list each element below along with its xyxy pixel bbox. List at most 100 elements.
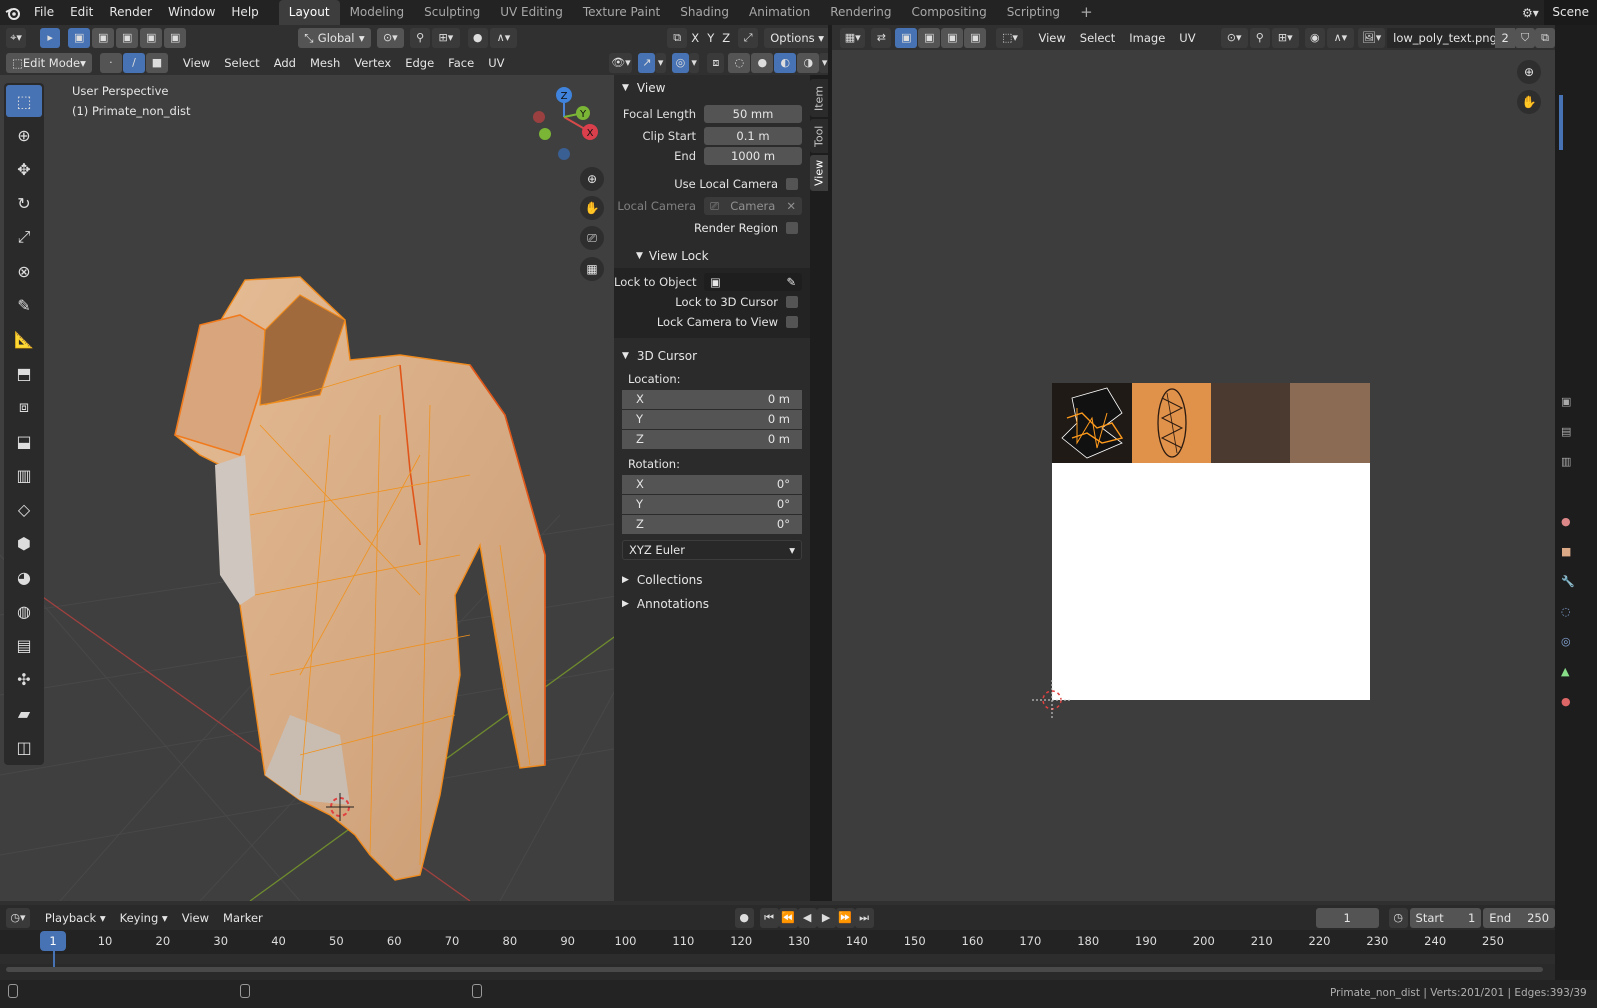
scale-icon[interactable]: ⤢ [6,221,42,253]
menu-render[interactable]: Render [101,0,160,25]
rendered-shading-icon[interactable]: ◑ [797,52,820,73]
annotate-icon[interactable]: ✎ [6,289,42,321]
current-frame-field[interactable]: 1 [1315,907,1379,928]
select-subtract-icon[interactable]: ▣ [116,27,139,48]
tab-uv-editing[interactable]: UV Editing [490,0,573,25]
select-invert-icon[interactable]: ▣ [140,27,163,48]
uv-island-a[interactable] [1052,383,1132,463]
transform-icon[interactable]: ⊗ [6,255,42,287]
play-reverse-icon[interactable]: ◀ [797,907,817,928]
prev-keyframe-icon[interactable]: ⏪ [778,907,798,928]
2d-cursor[interactable] [1027,675,1077,725]
record-icon[interactable]: ● [734,907,754,928]
3d-cursor-section-header[interactable]: ▼ 3D Cursor [614,344,810,368]
rotation-mode-dropdown[interactable]: XYZ Euler ▾ [622,540,802,560]
overlay-toggle-icon[interactable]: ◎ [671,52,689,73]
image-browse-icon[interactable]: 🖼▾ [1357,27,1386,48]
tab-tool[interactable]: Tool [810,119,828,153]
tab-item[interactable]: Item [810,79,828,117]
location-x-field[interactable]: X 0 m [622,390,802,409]
ortho-grid-icon[interactable]: ▦ [580,257,604,281]
menu-help[interactable]: Help [223,0,266,25]
rotation-z-field[interactable]: Z 0° [622,515,802,534]
collections-section-header[interactable]: ▶ Collections [614,568,810,592]
view-layer-tab-icon[interactable]: ▥ [1561,455,1571,468]
shrink-fatten-icon[interactable]: ✣ [6,663,42,695]
menu-face[interactable]: Face [441,53,481,73]
loop-cut-icon[interactable]: ▥ [6,459,42,491]
editor-type-icon[interactable]: ⌖▾ [6,27,27,48]
solid-shading-icon[interactable]: ● [751,52,774,73]
eyedropper-icon[interactable]: ✎ [786,275,796,289]
proportional-edit-icon[interactable]: ● [467,27,488,48]
rotation-x-field[interactable]: X 0° [622,475,802,494]
rip-region-icon[interactable]: ◫ [6,731,42,763]
auto-merge-icon[interactable]: ⤢ [738,27,759,48]
snap-icon[interactable]: ⚲ [1249,27,1270,48]
zoom-icon[interactable]: ⊕ [1517,60,1541,84]
extrude-region-icon[interactable]: ⬒ [6,357,42,389]
menu-file[interactable]: File [26,0,62,25]
pivot-point-icon[interactable]: ⊙▾ [376,27,405,48]
poly-build-icon[interactable]: ⬢ [6,527,42,559]
material-shading-icon[interactable]: ◐ [774,52,797,73]
timeline-editor-type-icon[interactable]: ◷▾ [6,907,30,928]
clip-end-field[interactable]: 1000 m [704,147,802,165]
object-tab-icon[interactable]: ■ [1561,545,1571,558]
tab-view[interactable]: View [810,155,828,191]
use-local-camera-checkbox[interactable] [786,178,798,190]
menu-view[interactable]: View [1031,28,1072,48]
view-section-header[interactable]: ▼ View [614,76,810,100]
edge-slide-icon[interactable]: ▤ [6,629,42,661]
menu-view[interactable]: View [175,908,216,928]
data-tab-icon[interactable]: ▲ [1561,665,1569,678]
uv-sync-icon[interactable]: ⇄ [871,27,892,48]
proportional-edit-icon[interactable]: ◉ [1304,27,1325,48]
annotations-section-header[interactable]: ▶ Annotations [614,592,810,616]
uv-island-b[interactable] [1132,383,1211,463]
shear-icon[interactable]: ▰ [6,697,42,729]
lock-camera-checkbox[interactable] [786,316,798,328]
editor-type-icon[interactable]: ▦▾ [840,27,866,48]
menu-marker[interactable]: Marker [216,908,270,928]
rotate-icon[interactable]: ↻ [6,187,42,219]
pan-hand-icon[interactable]: ✋ [1517,90,1541,114]
falloff-icon[interactable]: ∧▾ [489,27,518,48]
mirror-x[interactable]: X [687,28,703,48]
location-z-field[interactable]: Z 0 m [622,430,802,449]
smooth-icon[interactable]: ◍ [6,595,42,627]
bevel-icon[interactable]: ⬓ [6,425,42,457]
lock-to-object-field[interactable]: ▣ ✎ [704,273,802,291]
tab-layout[interactable]: Layout [278,0,340,25]
vertex-select-icon[interactable]: · [99,52,122,73]
blender-logo-icon[interactable] [0,0,26,25]
render-region-checkbox[interactable] [786,222,798,234]
menu-keying[interactable]: Keying ▾ [113,908,175,928]
snap-target-icon[interactable]: ⊞▾ [1271,27,1299,48]
menu-edit[interactable]: Edit [62,0,101,25]
select-box-tool-icon[interactable]: ▸ [40,27,61,48]
chevron-down-icon[interactable]: ▾ [655,52,666,73]
material-tab-icon[interactable]: ● [1561,695,1571,708]
local-camera-field[interactable]: ⎚ Camera ✕ [704,197,802,215]
falloff-icon[interactable]: ∧▾ [1326,27,1354,48]
gizmo-toggle-icon[interactable]: ↗ [638,52,656,73]
select-box-icon[interactable]: ⬚ [6,85,42,117]
world-tab-icon[interactable]: ● [1561,515,1571,528]
physics-tab-icon[interactable]: ◎ [1561,635,1571,648]
xray-toggle-icon[interactable]: ⧈ [707,52,725,73]
menu-vertex[interactable]: Vertex [347,53,398,73]
sticky-select-icon[interactable]: ⬚▾ [996,27,1024,48]
uv-vertex-select-icon[interactable]: ▣ [895,27,918,48]
navigation-gizmo[interactable]: Z X Y [533,87,598,160]
visibility-icon[interactable]: 👁▾ [609,52,633,73]
clear-x-icon[interactable]: ✕ [786,197,796,215]
menu-mesh[interactable]: Mesh [303,53,347,73]
tab-animation[interactable]: Animation [739,0,820,25]
transform-orientation-dropdown[interactable]: ⤡ Global ▾ [298,27,371,48]
options-dropdown[interactable]: Options ▾ [764,27,831,48]
location-y-field[interactable]: Y 0 m [622,410,802,429]
snap-target-icon[interactable]: ⊞▾ [432,27,460,48]
select-extend-icon[interactable]: ▣ [92,27,115,48]
mode-dropdown[interactable]: ⬚ Edit Mode ▾ [6,52,92,73]
